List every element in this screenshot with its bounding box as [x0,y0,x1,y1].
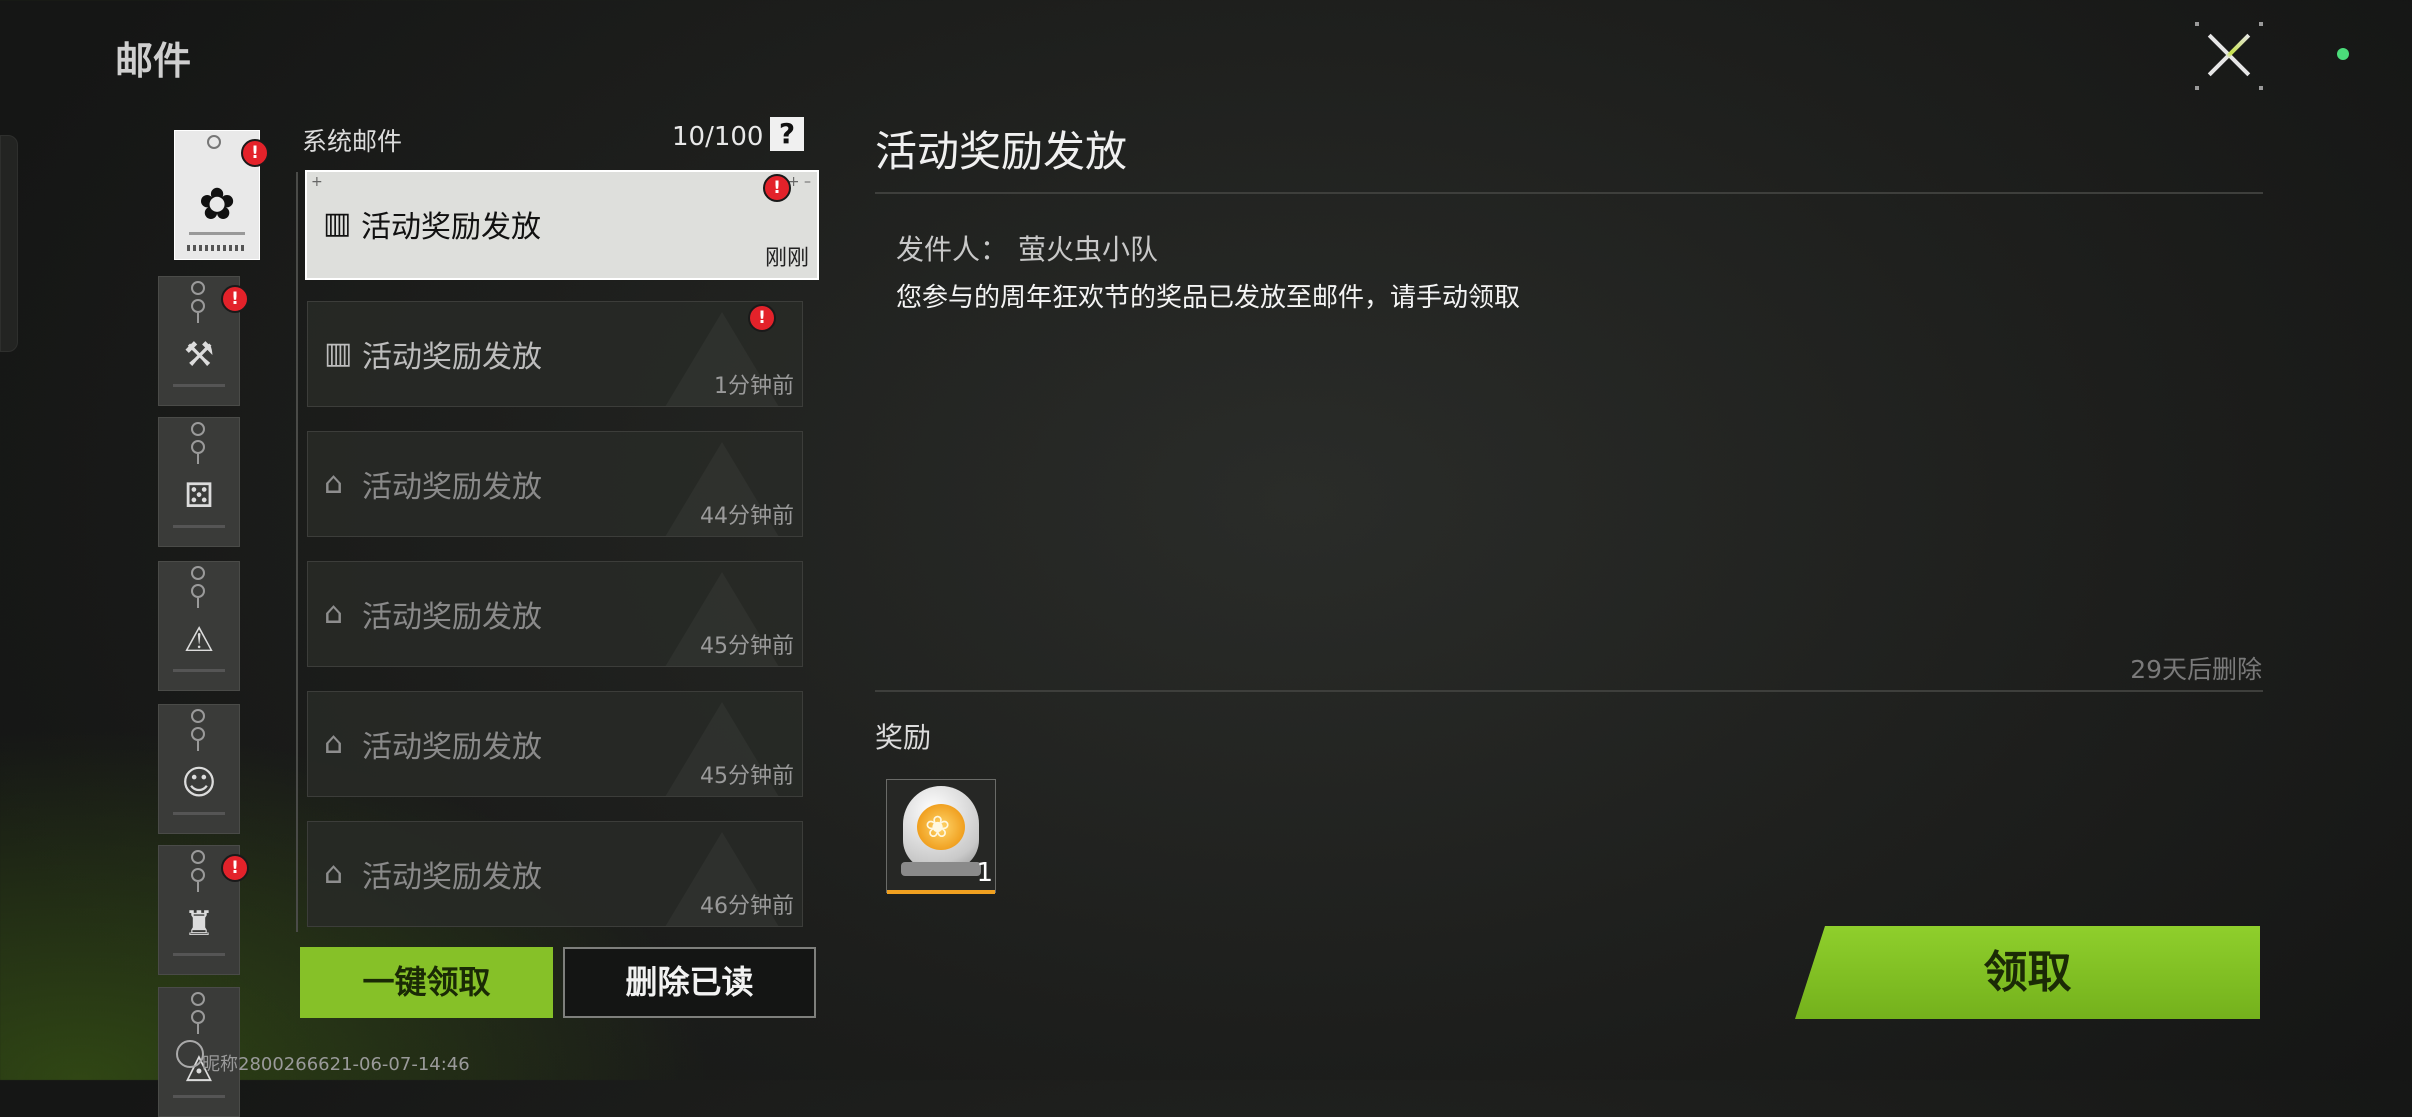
side-drawer-handle[interactable] [0,135,18,352]
corner-mark [2195,22,2199,26]
egg-base [901,862,981,876]
player-emblem-icon [176,1040,204,1068]
opened-gift-icon: ⌂ [324,726,344,761]
unread-badge-icon: ! [763,174,791,202]
help-button[interactable]: ? [770,117,804,151]
rarity-bar [887,890,995,894]
clip-ring [191,992,205,1006]
card-stripe [173,1095,225,1098]
clip-ring [191,850,205,864]
mail-time: 1分钟前 [714,374,794,399]
category-tab-hammer[interactable]: ⚒! [158,276,249,406]
hammer-icon: ⚒ [183,335,215,375]
card-stripe [173,812,225,815]
clip-ring [191,1010,205,1024]
divider [875,690,2263,692]
divider [875,192,2263,194]
clip-stem [197,882,199,892]
mail-title: 活动奖励发放 [362,340,542,375]
card-stripe [173,953,225,956]
status-indicator-dot [2337,48,2349,60]
mail-time: 刚刚 [764,246,809,271]
category-tab-character[interactable]: ☺ [158,704,240,834]
clip-stem [197,1024,199,1034]
claim-all-button[interactable]: 一键领取 [300,947,553,1018]
mail-time: 45分钟前 [700,764,794,789]
mail-title: 活动奖励发放 [362,600,542,635]
clip-stem [197,741,199,751]
mail-list-item[interactable]: ⌂ 活动奖励发放 46分钟前 [307,821,803,927]
mail-list-item[interactable]: ⌂ 活动奖励发放 44分钟前 [307,431,803,537]
list-title: 系统邮件 [302,127,403,156]
clip-stem [197,454,199,464]
mail-list-item[interactable]: ⌂ 活动奖励发放 45分钟前 [307,561,803,667]
paw-icon: ❀ [925,810,951,845]
clip-stem [197,313,199,323]
clip-ring [191,281,205,295]
mail-count: 10/100 [672,122,764,152]
gift-icon: ▥ [324,336,353,371]
mail-title: 活动奖励发放 [362,470,542,505]
unread-badge-icon: ! [748,304,776,332]
page-title: 邮件 [115,39,192,83]
opened-gift-icon: ⌂ [324,856,344,891]
expire-notice: 29天后删除 [2130,655,2262,684]
corner-mark [2259,22,2263,26]
sender-name: 萤火虫小队 [1018,233,1159,266]
alert-badge-icon: ! [221,854,249,882]
clip-stem [197,598,199,608]
category-tab-warning[interactable]: ⚠ [158,561,240,691]
clip-ring [191,868,205,882]
corner-mark [2195,86,2199,90]
clip-ring [207,135,221,149]
player-id-label: 昵称2800266621-06-07-14:46 [202,1054,470,1075]
warning-icon: ⚠ [183,620,215,660]
reward-quantity: 1 [976,858,993,888]
mail-time: 44分钟前 [700,504,794,529]
card-stripe [173,669,225,672]
category-tab-backpack[interactable]: ♜! [158,845,249,975]
reward-label: 奖励 [875,721,932,754]
delete-read-button[interactable]: 删除已读 [563,947,816,1018]
category-tab-dice[interactable]: ⚄ [158,417,240,547]
mail-time: 46分钟前 [700,894,794,919]
close-button[interactable] [2195,22,2263,90]
clip-ring [191,422,205,436]
card-stripe [173,384,225,387]
mail-title: 活动奖励发放 [362,860,542,895]
clip-ring [191,299,205,313]
gear-icon: ✿ [198,179,236,230]
clip-ring [191,440,205,454]
card-stripe [173,525,225,528]
alert-badge-icon: ! [241,139,269,167]
dice-icon: ⚄ [184,476,214,516]
reward-item[interactable]: ❀ 1 [886,779,996,894]
gift-icon: ▥ [323,206,352,241]
card-barcode [187,245,247,251]
claim-button[interactable]: 领取 [1795,926,2260,1019]
clip-ring [191,709,205,723]
mail-list-item[interactable]: + + + – ▥ 活动奖励发放 刚刚! [305,170,819,280]
mail-title: 活动奖励发放 [362,730,542,765]
corner-mark [2259,86,2263,90]
mail-body: 您参与的周年狂欢节的奖品已发放至邮件，请手动领取 [896,283,1521,313]
mail-list-item[interactable]: ⌂ 活动奖励发放 45分钟前 [307,691,803,797]
clip-ring [191,566,205,580]
mail-time: 45分钟前 [700,634,794,659]
category-tab-gear[interactable]: ✿! [174,130,269,260]
opened-gift-icon: ⌂ [324,466,344,501]
clip-ring [191,584,205,598]
sender-label: 发件人： [896,233,1009,266]
mail-title: 活动奖励发放 [361,210,541,245]
clip-ring [191,727,205,741]
corner-deco: + [311,174,323,190]
backpack-icon: ♜ [183,904,215,944]
opened-gift-icon: ⌂ [324,596,344,631]
mail-detail-title: 活动奖励发放 [875,127,1128,176]
list-scrollbar[interactable] [296,172,298,932]
alert-badge-icon: ! [221,285,249,313]
mail-list-item[interactable]: ▥ 活动奖励发放 1分钟前! [307,301,803,407]
character-icon: ☺ [181,763,217,803]
card-stripe [189,232,245,235]
